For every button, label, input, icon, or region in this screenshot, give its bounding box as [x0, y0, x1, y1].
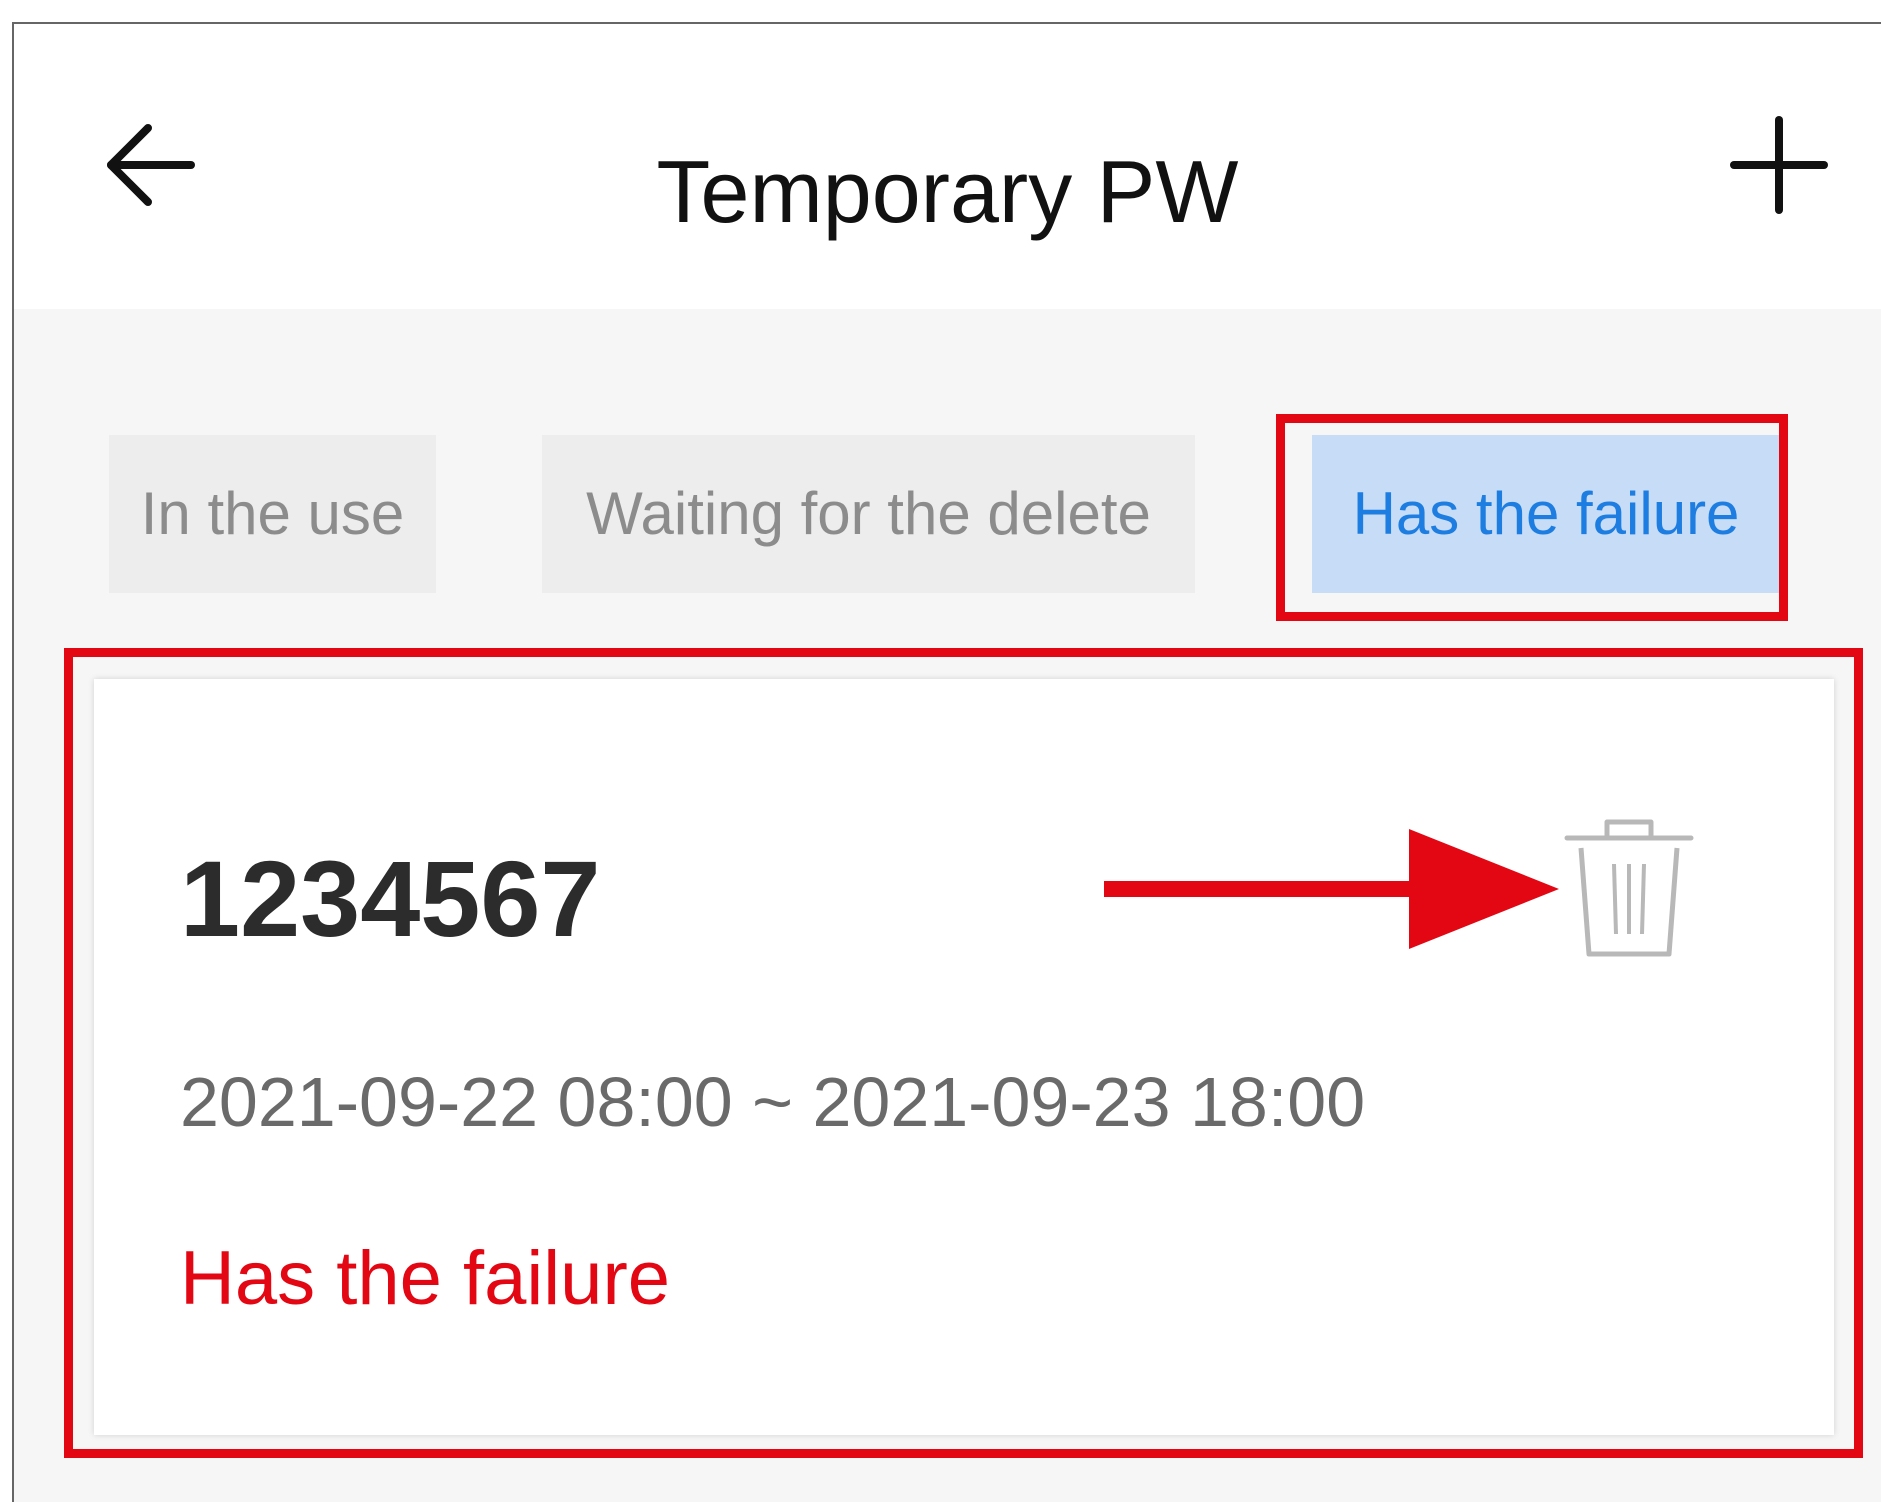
app-screen: Temporary PW In the use Waiting for the …	[12, 22, 1881, 1502]
card-highlight	[64, 648, 1863, 1458]
tab-waiting-for-the-delete[interactable]: Waiting for the delete	[542, 435, 1195, 593]
top-bar: Temporary PW	[14, 24, 1881, 309]
tab-in-the-use[interactable]: In the use	[109, 435, 436, 593]
add-password-button[interactable]	[1724, 110, 1834, 220]
plus-icon	[1730, 116, 1828, 214]
page-title: Temporary PW	[656, 142, 1239, 241]
active-tab-highlight	[1276, 414, 1788, 621]
